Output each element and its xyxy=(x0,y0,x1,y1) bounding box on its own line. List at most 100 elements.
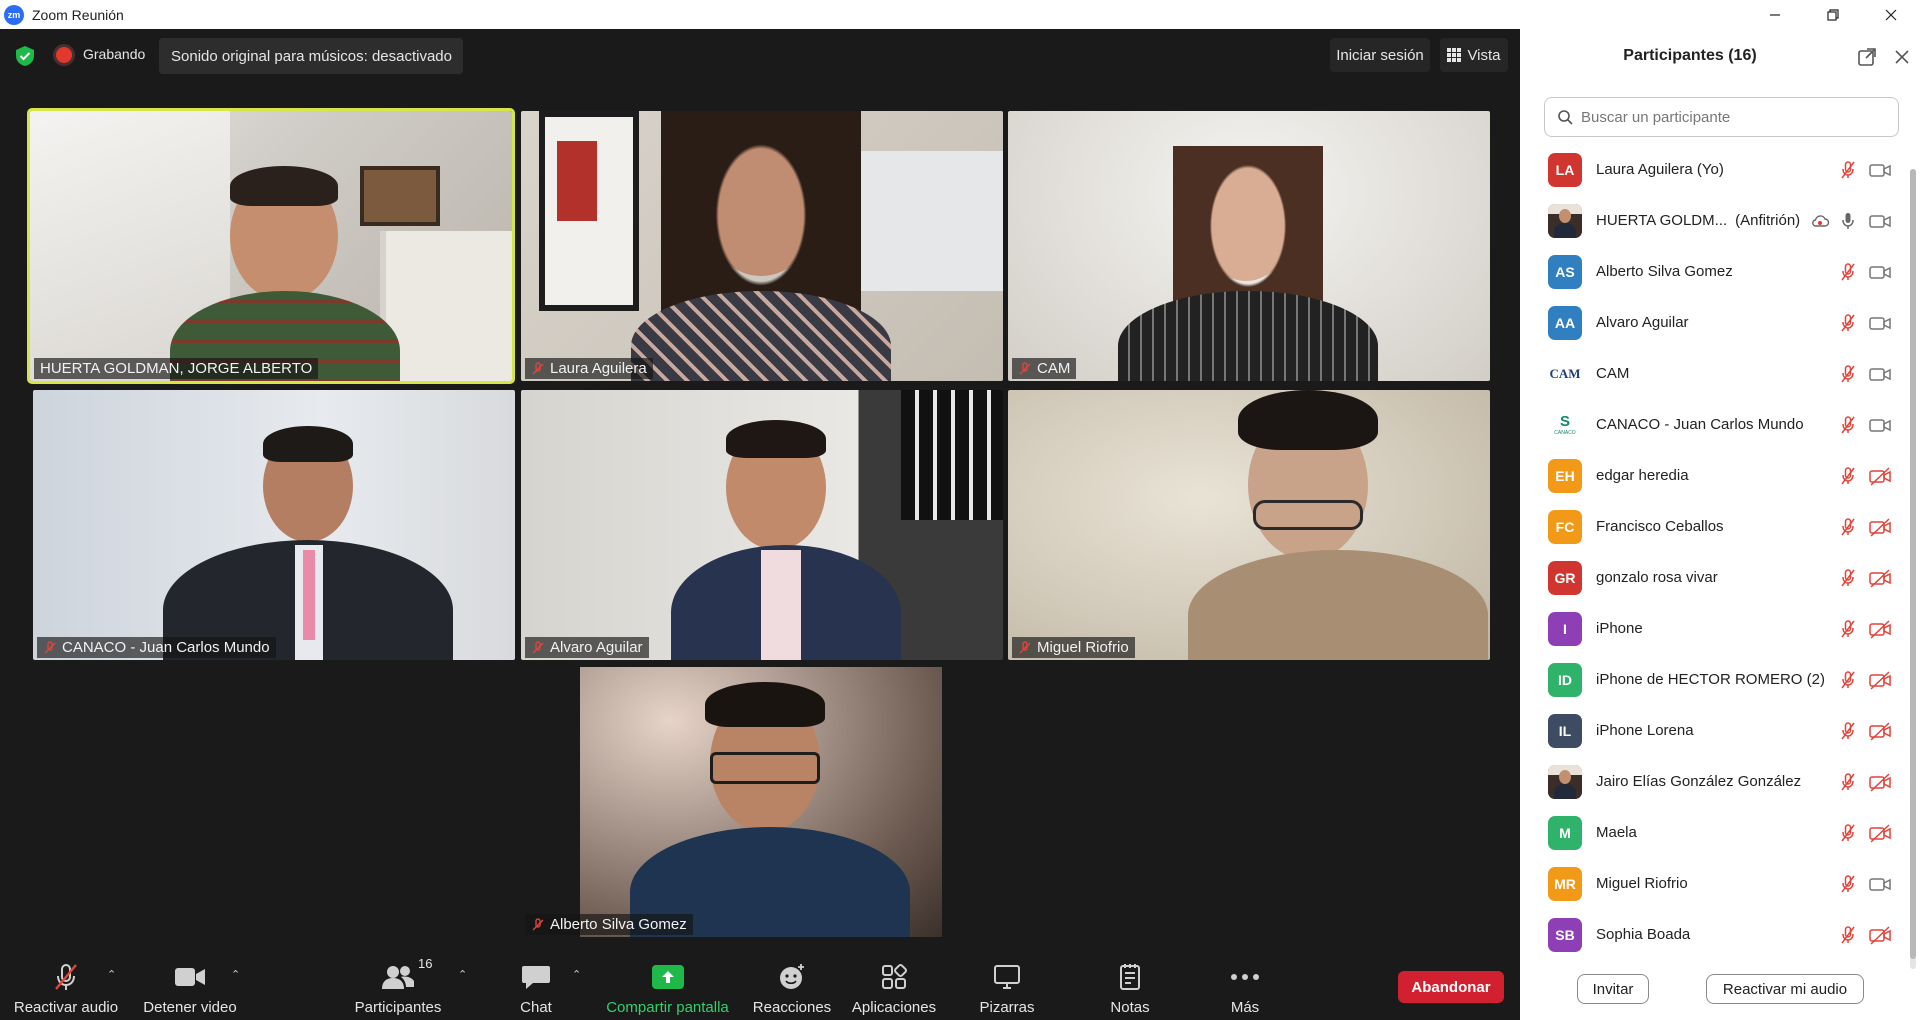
participant-name-text: HUERTA GOLDM... xyxy=(1596,212,1728,229)
participant-row[interactable]: M Maela xyxy=(1520,807,1910,858)
invite-button[interactable]: Invitar xyxy=(1577,974,1649,1004)
participant-row[interactable]: GR gonzalo rosa vivar xyxy=(1520,552,1910,603)
search-icon xyxy=(1558,110,1573,125)
whiteboards-button[interactable]: Pizarras xyxy=(970,946,1044,1020)
video-icon[interactable] xyxy=(1868,211,1892,231)
video-off-icon[interactable] xyxy=(1868,568,1892,588)
painting-decoration xyxy=(360,166,440,226)
leave-button[interactable]: Abandonar xyxy=(1398,971,1504,1003)
video-icon[interactable] xyxy=(1868,364,1892,384)
unmute-audio-button[interactable]: Reactivar audio xyxy=(10,946,122,1020)
muted-mic-icon[interactable] xyxy=(1838,670,1858,690)
participant-row[interactable]: EH edgar heredia xyxy=(1520,450,1910,501)
mic-icon[interactable] xyxy=(1838,211,1858,231)
participant-search[interactable] xyxy=(1544,97,1899,137)
participants-options-chevron-icon[interactable]: ⌃ xyxy=(458,968,467,981)
minimize-button[interactable] xyxy=(1746,0,1804,29)
original-sound-notice[interactable]: Sonido original para músicos: desactivad… xyxy=(159,38,463,74)
unmute-me-button[interactable]: Reactivar mi audio xyxy=(1706,974,1864,1004)
video-tile-laura[interactable]: Laura Aguilera xyxy=(521,111,1003,381)
participant-row[interactable]: FC Francisco Ceballos xyxy=(1520,501,1910,552)
video-tile-cam[interactable]: CAM xyxy=(1008,111,1490,381)
more-dots-icon xyxy=(1228,961,1262,993)
muted-mic-icon[interactable] xyxy=(1838,568,1858,588)
chat-options-chevron-icon[interactable]: ⌃ xyxy=(572,968,581,981)
stop-video-button[interactable]: Detener video xyxy=(140,946,240,1020)
notes-button[interactable]: Notas xyxy=(1096,946,1164,1020)
muted-mic-icon xyxy=(532,917,544,930)
muted-mic-icon[interactable] xyxy=(1838,619,1858,639)
chat-button[interactable]: Chat xyxy=(512,946,560,1020)
video-off-icon[interactable] xyxy=(1868,925,1892,945)
muted-mic-icon[interactable] xyxy=(1838,925,1858,945)
title-bar: zm Zoom Reunión xyxy=(0,0,1920,29)
scrollbar-thumb[interactable] xyxy=(1910,169,1916,959)
muted-mic-icon[interactable] xyxy=(1838,262,1858,282)
avatar: MR xyxy=(1548,866,1582,901)
participant-name: Sophia Boada xyxy=(1596,926,1690,943)
participant-row[interactable]: AS Alberto Silva Gomez xyxy=(1520,246,1910,297)
close-panel-icon[interactable] xyxy=(1892,47,1912,67)
muted-mic-icon[interactable] xyxy=(1838,874,1858,894)
video-off-icon[interactable] xyxy=(1868,823,1892,843)
security-shield-icon[interactable] xyxy=(14,45,36,67)
sign-in-button[interactable]: Iniciar sesión xyxy=(1330,38,1430,72)
participant-row[interactable]: IL iPhone Lorena xyxy=(1520,705,1910,756)
muted-mic-icon[interactable] xyxy=(1838,823,1858,843)
muted-mic-icon[interactable] xyxy=(1838,721,1858,741)
audio-options-chevron-icon[interactable]: ⌃ xyxy=(107,968,116,981)
participant-row[interactable]: ID iPhone de HECTOR ROMERO (2) xyxy=(1520,654,1910,705)
video-feed xyxy=(580,667,942,937)
canaco-logo-caption: CANACO xyxy=(1554,430,1576,436)
participant-name-text: Sophia Boada xyxy=(1596,926,1691,943)
view-button[interactable]: Vista xyxy=(1440,38,1508,72)
video-off-icon[interactable] xyxy=(1868,619,1892,639)
more-button[interactable]: Más xyxy=(1210,946,1280,1020)
video-icon[interactable] xyxy=(1868,874,1892,894)
participant-row[interactable]: HUERTA GOLDM... (Anfitrión) xyxy=(1520,195,1910,246)
participant-row[interactable]: AA Alvaro Aguilar xyxy=(1520,297,1910,348)
muted-mic-icon[interactable] xyxy=(1838,364,1858,384)
muted-mic-icon[interactable] xyxy=(1838,160,1858,180)
participant-row[interactable]: IiPhone xyxy=(1520,603,1910,654)
muted-mic-icon[interactable] xyxy=(1838,313,1858,333)
video-tile-huerta[interactable]: HUERTA GOLDMAN, JORGE ALBERTO xyxy=(27,108,515,384)
tile-name-label: Laura Aguilera xyxy=(525,358,653,379)
reactions-smiley-icon xyxy=(775,961,809,993)
reactions-button[interactable]: Reacciones xyxy=(750,946,834,1020)
video-off-icon[interactable] xyxy=(1868,670,1892,690)
video-off-icon[interactable] xyxy=(1868,517,1892,537)
video-off-icon[interactable] xyxy=(1868,721,1892,741)
video-icon[interactable] xyxy=(1868,160,1892,180)
video-off-icon[interactable] xyxy=(1868,466,1892,486)
participant-name: iPhone Lorena xyxy=(1596,722,1694,739)
participant-row[interactable]: S CANACO CANACO - Juan Carlos Mundo xyxy=(1520,399,1910,450)
participant-row[interactable]: MR Miguel Riofrio xyxy=(1520,858,1910,909)
video-options-chevron-icon[interactable]: ⌃ xyxy=(231,968,240,981)
muted-mic-icon[interactable] xyxy=(1838,517,1858,537)
video-tile-miguel[interactable]: Miguel Riofrio xyxy=(1008,390,1490,660)
muted-mic-icon[interactable] xyxy=(1838,466,1858,486)
video-tile-alvaro[interactable]: Alvaro Aguilar xyxy=(521,390,1003,660)
video-tile-canaco[interactable]: CANACO - Juan Carlos Mundo xyxy=(33,390,515,660)
popout-icon[interactable] xyxy=(1857,47,1877,67)
search-input[interactable] xyxy=(1581,108,1881,126)
muted-mic-icon[interactable] xyxy=(1838,415,1858,435)
video-tile-alberto[interactable]: Alberto Silva Gomez xyxy=(521,667,1003,937)
muted-mic-icon[interactable] xyxy=(1838,772,1858,792)
participant-row[interactable]: CAM CAM xyxy=(1520,348,1910,399)
participant-row[interactable]: LA Laura Aguilera (Yo) xyxy=(1520,144,1910,195)
participant-row[interactable]: SB Sophia Boada xyxy=(1520,909,1910,960)
participant-row[interactable]: Jairo Elías González González xyxy=(1520,756,1910,807)
binders-decoration xyxy=(901,390,1003,520)
video-icon[interactable] xyxy=(1868,313,1892,333)
close-window-button[interactable] xyxy=(1862,0,1920,29)
share-screen-button[interactable]: Compartir pantalla xyxy=(600,946,735,1020)
restore-button[interactable] xyxy=(1804,0,1862,29)
video-off-icon[interactable] xyxy=(1868,772,1892,792)
video-icon[interactable] xyxy=(1868,262,1892,282)
apps-button[interactable]: Aplicaciones xyxy=(848,946,940,1020)
avatar: GR xyxy=(1548,560,1582,595)
video-icon[interactable] xyxy=(1868,415,1892,435)
participant-name: HUERTA GOLDM... (Anfitrión) xyxy=(1596,212,1800,229)
